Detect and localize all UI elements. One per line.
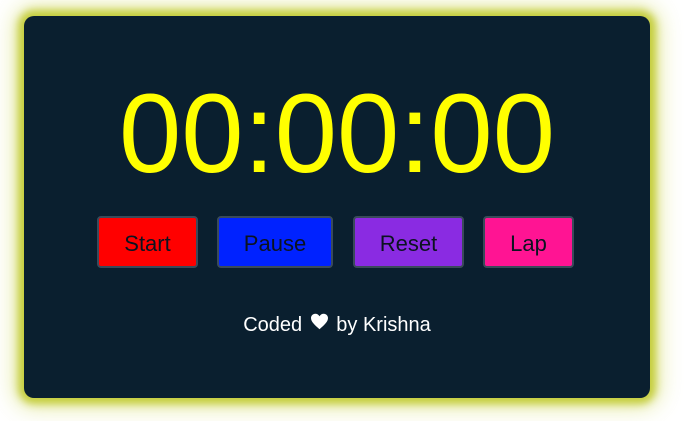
stopwatch-card: 00:00:00 Start Pause Reset Lap Coded by … (24, 16, 650, 398)
start-button[interactable]: Start (97, 216, 198, 268)
reset-button[interactable]: Reset (353, 216, 464, 268)
time-display: 00:00:00 (119, 71, 555, 196)
credit-suffix: by Krishna (336, 314, 431, 336)
credit-line: Coded by Krishna (24, 313, 650, 337)
pause-button[interactable]: Pause (217, 216, 333, 268)
lap-button[interactable]: Lap (483, 216, 574, 268)
credit-prefix: Coded (243, 314, 303, 336)
heart-icon (310, 312, 329, 336)
